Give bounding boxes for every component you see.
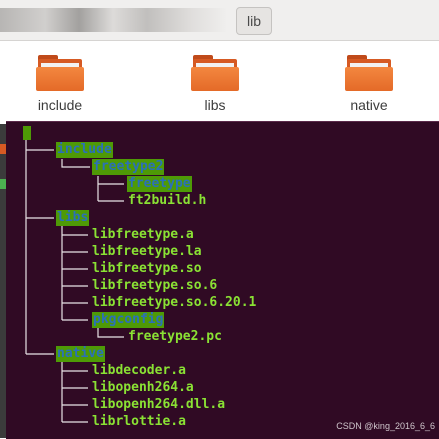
folder-label: native [350,97,388,113]
tree-file-freetype2-pc[interactable]: freetype2.pc [128,329,222,345]
path-button-lib[interactable]: lib [236,7,272,35]
root-dir-marker [23,126,31,140]
folder-label: libs [204,97,226,113]
tree-file-librlottie[interactable]: librlottie.a [92,414,186,430]
folder-include[interactable]: include [15,51,105,123]
folder-label: include [37,97,83,113]
folder-libs[interactable]: libs [170,51,260,123]
blurred-breadcrumb [0,8,226,32]
file-grid: include libs native [0,41,439,123]
tree-file-libfreetype-a[interactable]: libfreetype.a [92,227,194,243]
tree-file-libfreetype-so[interactable]: libfreetype.so [92,261,202,277]
tree-file-libfreetype-so-6[interactable]: libfreetype.so.6 [92,278,217,294]
tree-dir-include[interactable]: include [56,142,113,158]
folder-icon [36,51,84,91]
tree-file-ft2build[interactable]: ft2build.h [128,193,206,209]
tree-file-libfreetype-la[interactable]: libfreetype.la [92,244,202,260]
tree-dir-libs[interactable]: libs [56,210,90,226]
tree-file-libopenh264[interactable]: libopenh264.a [92,380,194,396]
tree-dir-freetype2[interactable]: freetype2 [92,159,165,175]
tree-lines [25,140,124,423]
terminal-window[interactable]: include freetype2 freetype ft2build.h li… [6,121,439,439]
tree-dir-freetype[interactable]: freetype [127,176,192,192]
tree-dir-native[interactable]: native [56,346,105,362]
file-manager-header: lib [0,0,439,41]
folder-icon [191,51,239,91]
tree-file-libdecoder[interactable]: libdecoder.a [92,363,186,379]
folder-icon [345,51,393,91]
folder-native[interactable]: native [324,51,414,123]
tree-file-libfreetype-so-6-20-1[interactable]: libfreetype.so.6.20.1 [92,295,256,311]
watermark: CSDN @king_2016_6_6 [336,421,435,431]
tree-dir-pkgconfig[interactable]: pkgconfig [92,312,165,328]
tree-file-libopenh264-dll[interactable]: libopenh264.dll.a [92,397,225,413]
